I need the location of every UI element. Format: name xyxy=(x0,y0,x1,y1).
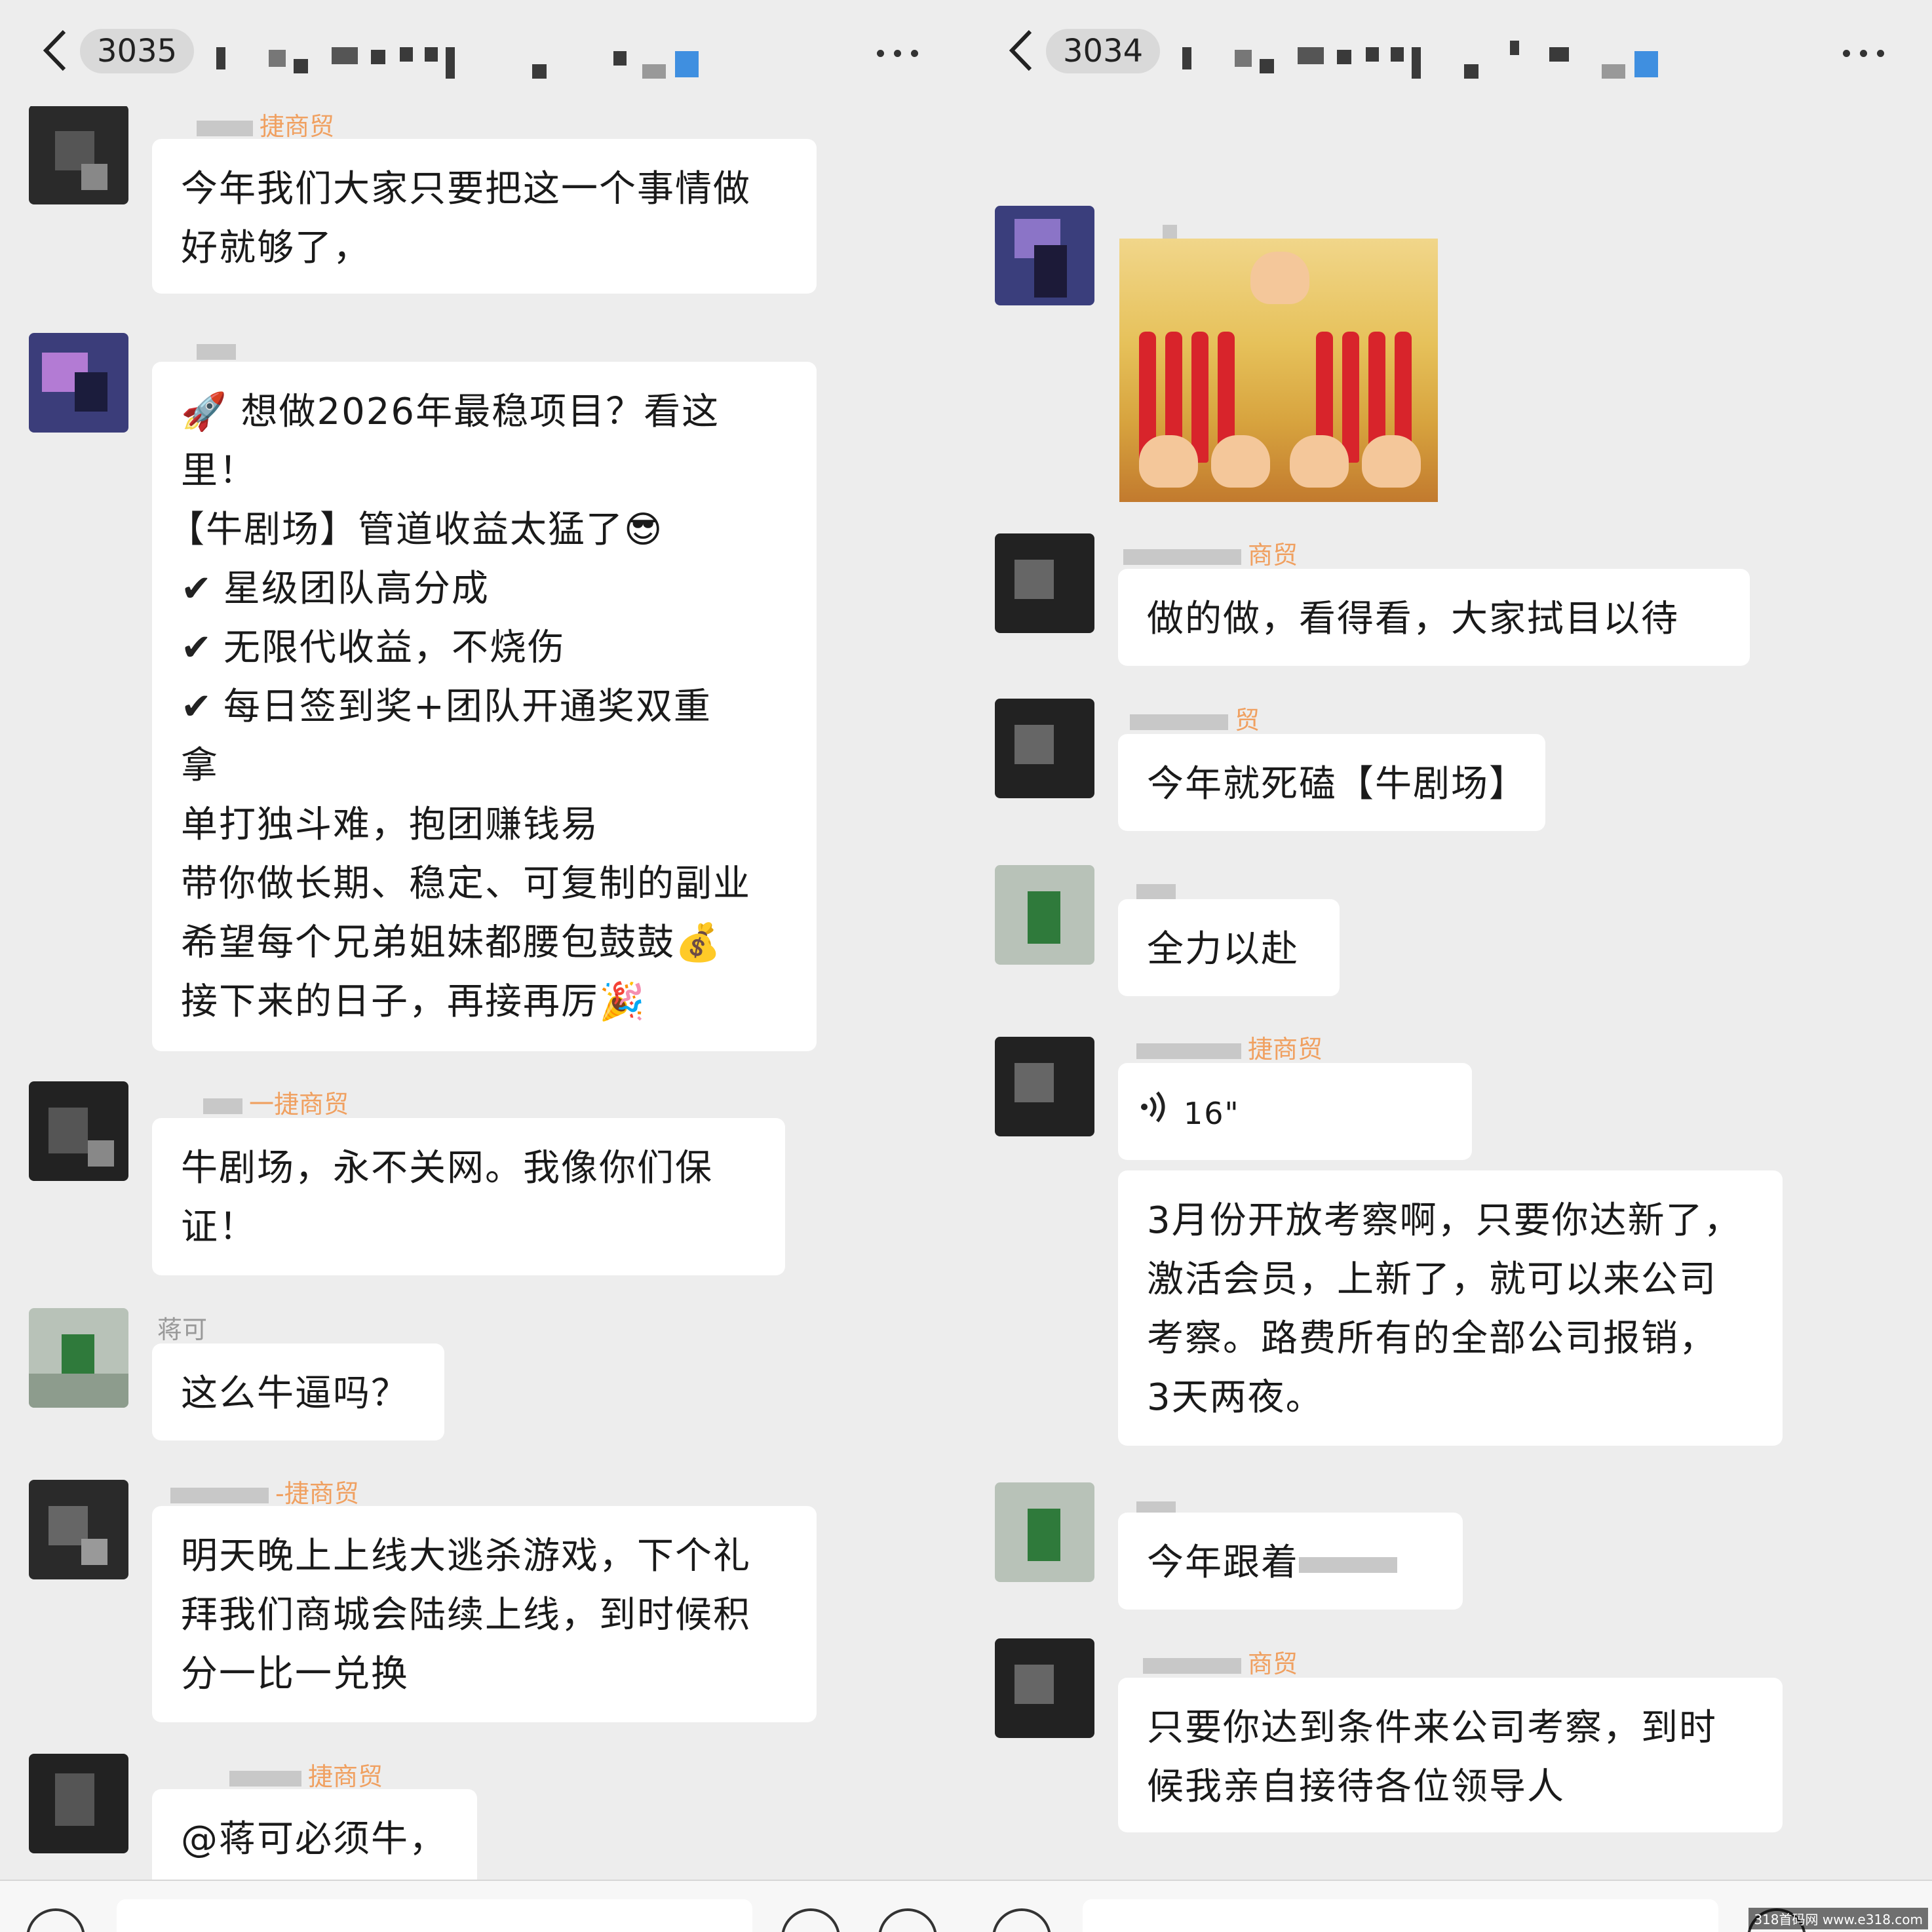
add-icon[interactable] xyxy=(878,1908,937,1932)
message-text: 带你做长期、稳定、可复制的副业 xyxy=(181,862,751,905)
message-bubble[interactable]: 全力以赴 xyxy=(1118,899,1340,996)
message-text: 今年我们大家只要把这一个事情做 xyxy=(181,168,751,210)
avatar[interactable] xyxy=(995,533,1094,633)
message-bubble[interactable]: 今年我们大家只要把这一个事情做 好就够了， xyxy=(152,139,817,294)
sender-name: 贸 xyxy=(1130,700,1260,736)
avatar[interactable] xyxy=(995,699,1094,798)
sender-name: 捷商贸 xyxy=(1136,1029,1323,1065)
message-text: 【牛剧场】管道收益太猛了 xyxy=(168,509,624,551)
message-text: 今年跟着 xyxy=(1147,1541,1299,1584)
message-text: 无限代收益，不烧伤 xyxy=(223,627,566,669)
chat-header: 3034 xyxy=(966,0,1932,106)
message-text: 考察。路费所有的全部公司报销， xyxy=(1147,1317,1717,1360)
message-text: 接下来的日子，再接再厉 xyxy=(181,980,599,1023)
avatar[interactable] xyxy=(29,1308,128,1408)
message-bubble[interactable]: 🚀 想做2026年最稳项目？看这 里！ 【牛剧场】管道收益太猛了😎 ✔ 星级团队高… xyxy=(152,362,817,1051)
message-text: 只要你达到条件来公司考察，到时 xyxy=(1147,1707,1717,1749)
message-text: 拜我们商城会陆续上线，到时候积 xyxy=(181,1594,751,1636)
avatar[interactable] xyxy=(29,1754,128,1853)
avatar[interactable] xyxy=(995,1482,1094,1582)
sender-name: 蒋可 xyxy=(157,1315,208,1344)
message-text: 做的做，看得看，大家拭目以待 xyxy=(1147,598,1679,640)
sunglasses-icon: 😎 xyxy=(624,509,664,551)
check-icon: ✔ xyxy=(181,568,213,610)
left-chat-panel: 3035 捷商贸 今年我们大家只要把这一个事情做 好就够了， 🚀 想做2026年… xyxy=(0,0,966,1932)
message-input[interactable] xyxy=(1083,1899,1718,1932)
message-text: 全力以赴 xyxy=(1147,928,1299,971)
voice-message[interactable]: 16" xyxy=(1118,1063,1472,1160)
input-bar xyxy=(0,1880,966,1932)
message-bubble[interactable]: 明天晚上上线大逃杀游戏，下个礼 拜我们商城会陆续上线，到时候积 分一比一兑换 xyxy=(152,1506,817,1722)
message-text: 想做2026年最稳项目？看这 xyxy=(241,391,720,433)
message-text: 牛剧场，永不关网。我像你们保 xyxy=(181,1147,713,1189)
party-popper-icon: 🎉 xyxy=(599,980,646,1023)
message-bubble[interactable]: 3月份开放考察啊，只要你达新了， 激活会员，上新了，就可以来公司 考察。路费所有… xyxy=(1118,1170,1783,1446)
message-bubble[interactable]: 牛剧场，永不关网。我像你们保 证！ xyxy=(152,1118,785,1275)
avatar[interactable] xyxy=(995,1638,1094,1738)
message-bubble[interactable]: 只要你达到条件来公司考察，到时 候我亲自接待各位领导人 xyxy=(1118,1678,1783,1832)
more-dots-icon[interactable] xyxy=(1838,39,1890,66)
sender-name: 捷商贸 xyxy=(229,1756,383,1792)
sender-name: 一捷商贸 xyxy=(203,1084,349,1120)
message-text: 每日签到奖+团队开通奖双重 xyxy=(223,686,712,728)
message-text: 好就够了， xyxy=(181,227,371,269)
message-text: @蒋可必须牛， xyxy=(181,1818,447,1861)
message-text: 候我亲自接待各位领导人 xyxy=(1147,1766,1565,1808)
message-text: 这么牛逼吗？ xyxy=(181,1372,409,1415)
check-icon: ✔ xyxy=(181,686,213,728)
check-icon: ✔ xyxy=(181,627,213,669)
voice-toggle-icon[interactable] xyxy=(26,1908,85,1932)
sender-name: 商贸 xyxy=(1143,1644,1298,1680)
avatar[interactable] xyxy=(29,105,128,204)
message-text: 单打独斗难，抱团赚钱易 xyxy=(181,803,599,846)
right-chat-panel: 3034 商贸 做的做，看得看，大家拭目以待 贸 今年就死磕【牛剧场】 全力以赴… xyxy=(966,0,1932,1932)
voice-toggle-icon[interactable] xyxy=(992,1908,1051,1932)
message-bubble[interactable]: 今年就死磕【牛剧场】 xyxy=(1118,734,1545,831)
message-text: 星级团队高分成 xyxy=(223,568,490,610)
message-bubble[interactable]: 今年跟着 xyxy=(1118,1513,1463,1610)
message-text: 3月份开放考察啊，只要你达新了， xyxy=(1147,1199,1742,1242)
money-bag-icon: 💰 xyxy=(675,921,722,964)
avatar[interactable] xyxy=(995,1037,1094,1136)
voice-wave-icon xyxy=(1141,1091,1165,1123)
message-text: 3天两夜。 xyxy=(1147,1376,1324,1419)
sender-name: 捷商贸 xyxy=(197,106,334,142)
rocket-icon: 🚀 xyxy=(181,391,228,433)
sender-name: 商贸 xyxy=(1123,535,1298,571)
message-bubble[interactable]: 这么牛逼吗？ xyxy=(152,1343,444,1440)
chevron-left-icon[interactable] xyxy=(38,28,72,73)
message-text: 希望每个兄弟姐妹都腰包鼓鼓 xyxy=(181,921,675,964)
message-text: 明天晚上上线大逃杀游戏，下个礼 xyxy=(181,1535,751,1577)
avatar[interactable] xyxy=(29,333,128,433)
message-text: 今年就死磕【牛剧场】 xyxy=(1147,763,1527,805)
chevron-left-icon[interactable] xyxy=(1004,28,1038,73)
message-text: 证！ xyxy=(181,1206,257,1248)
message-text: 激活会员，上新了，就可以来公司 xyxy=(1147,1258,1717,1301)
avatar[interactable] xyxy=(995,206,1094,305)
message-input[interactable] xyxy=(117,1899,752,1932)
watermark: 318首码网 www.e318.com xyxy=(1748,1908,1928,1929)
chat-header: 3035 xyxy=(0,0,966,106)
unread-count-badge[interactable]: 3035 xyxy=(80,29,195,73)
voice-duration: 16" xyxy=(1184,1096,1240,1131)
emoji-icon[interactable] xyxy=(781,1908,840,1932)
avatar[interactable] xyxy=(29,1081,128,1181)
message-text: 分一比一兑换 xyxy=(181,1653,409,1695)
image-message[interactable] xyxy=(1119,239,1438,502)
message-bubble[interactable]: 做的做，看得看，大家拭目以待 xyxy=(1118,569,1750,666)
message-text: 里！ xyxy=(181,450,257,492)
unread-count-badge[interactable]: 3034 xyxy=(1046,29,1161,73)
more-dots-icon[interactable] xyxy=(872,39,924,66)
sender-name: -捷商贸 xyxy=(170,1473,359,1509)
message-text: 拿 xyxy=(181,744,219,787)
avatar[interactable] xyxy=(29,1480,128,1579)
sender-name xyxy=(197,336,242,364)
avatar[interactable] xyxy=(995,865,1094,965)
